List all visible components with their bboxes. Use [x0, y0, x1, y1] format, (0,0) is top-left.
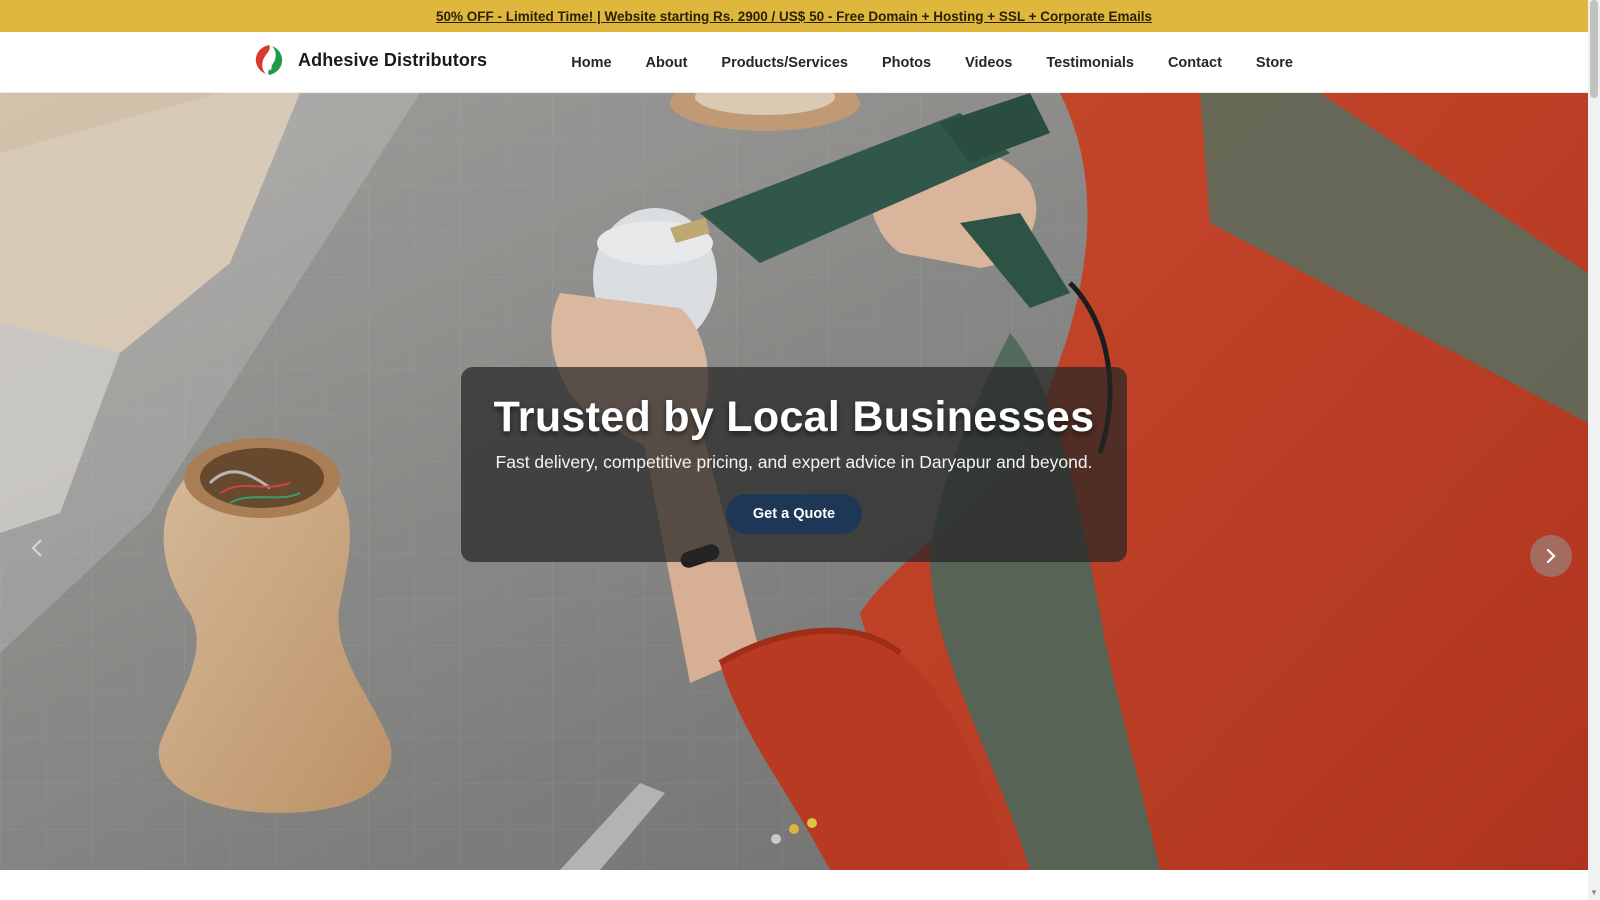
nav-products-services[interactable]: Products/Services	[704, 55, 865, 71]
nav-store[interactable]: Store	[1239, 55, 1310, 71]
chevron-left-icon[interactable]	[22, 533, 52, 563]
page-scrollbar[interactable]: ▼	[1588, 0, 1600, 900]
nav-home[interactable]: Home	[554, 55, 628, 71]
leaf-logo-icon	[252, 43, 286, 77]
nav-photos[interactable]: Photos	[865, 55, 948, 71]
hero-title: Trusted by Local Businesses	[493, 393, 1095, 441]
nav-testimonials[interactable]: Testimonials	[1029, 55, 1151, 71]
slider-dot-1[interactable]	[771, 834, 781, 844]
hero-caption: Trusted by Local Businesses Fast deliver…	[461, 367, 1127, 562]
hero-subtitle: Fast delivery, competitive pricing, and …	[495, 452, 1093, 472]
slider-dot-2[interactable]	[789, 824, 799, 834]
promo-bar: 50% OFF - Limited Time! | Website starti…	[0, 0, 1588, 32]
scrollbar-thumb[interactable]	[1590, 0, 1598, 98]
nav-about[interactable]: About	[629, 55, 705, 71]
brand-name: Adhesive Distributors	[298, 49, 488, 70]
promo-link[interactable]: 50% OFF - Limited Time! | Website starti…	[436, 9, 1152, 24]
nav-contact[interactable]: Contact	[1151, 55, 1239, 71]
slider-dot-3[interactable]	[807, 818, 817, 828]
site-header: Adhesive Distributors Home About Product…	[0, 32, 1588, 93]
nav-videos[interactable]: Videos	[948, 55, 1029, 71]
scroll-down-arrow-icon[interactable]: ▼	[1590, 889, 1598, 897]
get-a-quote-button[interactable]: Get a Quote	[725, 494, 863, 534]
chevron-right-icon[interactable]	[1530, 535, 1572, 577]
main-nav: Home About Products/Services Photos Vide…	[554, 32, 1310, 93]
brand[interactable]: Adhesive Distributors	[252, 43, 487, 77]
hero-slider: Trusted by Local Businesses Fast deliver…	[0, 93, 1588, 870]
